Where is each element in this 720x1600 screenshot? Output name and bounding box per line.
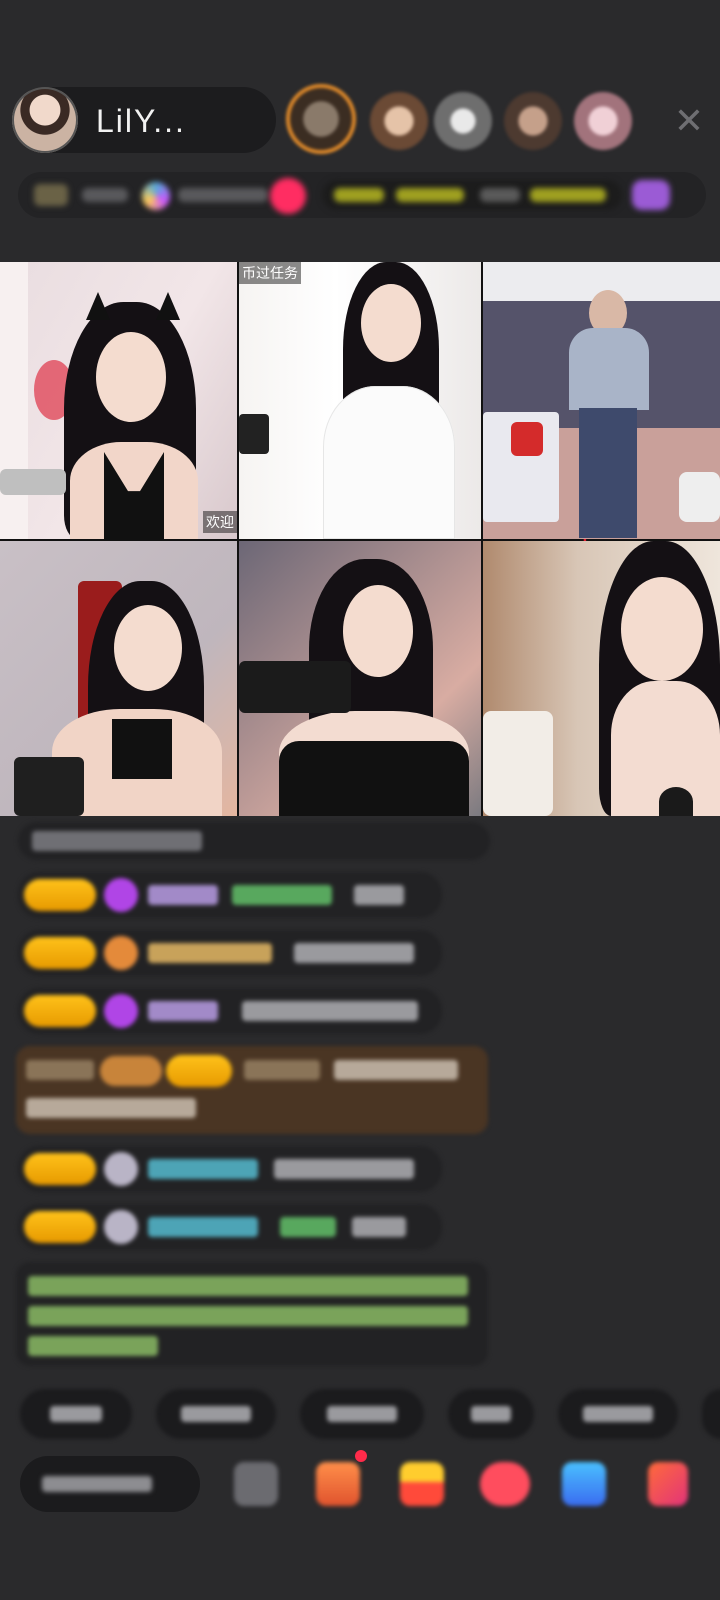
gift-box-icon[interactable] <box>400 1462 444 1506</box>
quick-reply-chip[interactable] <box>558 1389 678 1439</box>
video-tile[interactable] <box>0 541 237 816</box>
chat-message[interactable] <box>18 930 442 976</box>
video-tile[interactable] <box>483 262 720 539</box>
gift-rank-icon[interactable] <box>270 178 306 214</box>
diamond-icon <box>104 994 138 1028</box>
room-tag-text <box>530 188 606 202</box>
viewer-avatar[interactable] <box>370 92 428 150</box>
quick-reply-chip[interactable] <box>156 1389 276 1439</box>
video-tile[interactable]: 欢迎 <box>0 262 237 539</box>
chat-message[interactable] <box>18 988 442 1034</box>
pk-icon[interactable] <box>480 1462 530 1506</box>
room-stat <box>178 188 268 202</box>
multi-guest-video-grid: 欢迎 币过任务 2打4 <box>0 262 720 816</box>
fans-icon <box>142 182 170 210</box>
microphone-icon <box>239 661 351 713</box>
host-avatar[interactable] <box>12 87 78 153</box>
viewer-avatar[interactable] <box>434 92 492 150</box>
chat-message[interactable] <box>18 1146 442 1192</box>
video-tile[interactable] <box>483 541 720 816</box>
activity-icon[interactable] <box>632 180 670 210</box>
gift-icon[interactable] <box>648 1462 688 1506</box>
user-level-badge <box>24 995 96 1027</box>
video-tile[interactable] <box>239 541 481 816</box>
microphone-icon <box>0 469 66 495</box>
close-button[interactable]: ✕ <box>668 100 710 142</box>
quick-reply-chip[interactable] <box>448 1389 534 1439</box>
system-notice <box>16 1262 488 1366</box>
user-avatar-icon <box>104 1210 138 1244</box>
chat-message-highlighted[interactable] <box>16 1046 488 1134</box>
room-info-bar[interactable] <box>18 172 706 218</box>
notification-dot <box>355 1450 367 1462</box>
tile-caption: 币过任务 <box>239 262 301 284</box>
user-avatar-icon <box>104 1152 138 1186</box>
chat-message[interactable] <box>18 872 442 918</box>
room-tag-text <box>334 188 384 202</box>
fan-club-icon[interactable] <box>316 1462 360 1506</box>
user-level-badge <box>24 1211 96 1243</box>
chat-message[interactable] <box>18 822 490 860</box>
viewer-avatar[interactable] <box>574 92 632 150</box>
room-tag-text <box>480 188 520 202</box>
share-icon[interactable] <box>562 1462 606 1506</box>
host-name: LilY... <box>96 103 186 139</box>
comment-input[interactable] <box>20 1456 200 1512</box>
viewer-avatar[interactable] <box>504 92 562 150</box>
room-tag-text <box>396 188 464 202</box>
chat-message[interactable] <box>18 1204 442 1250</box>
tile-caption: 欢迎 <box>203 511 237 533</box>
host-info-pill[interactable]: LilY... <box>12 87 276 153</box>
diamond-icon <box>104 878 138 912</box>
user-level-badge <box>24 937 96 969</box>
fan-club-icon <box>104 936 138 970</box>
viewer-avatar[interactable] <box>290 88 352 150</box>
emoji-icon[interactable] <box>234 1462 278 1506</box>
video-tile[interactable]: 币过任务 <box>239 262 481 539</box>
quick-reply-chip[interactable] <box>702 1389 720 1439</box>
user-level-badge <box>24 879 96 911</box>
room-stat <box>82 188 128 202</box>
quick-reply-chip[interactable] <box>20 1389 132 1439</box>
level-badge-icon <box>34 184 68 206</box>
user-level-badge <box>24 1153 96 1185</box>
quick-reply-chip[interactable] <box>300 1389 424 1439</box>
